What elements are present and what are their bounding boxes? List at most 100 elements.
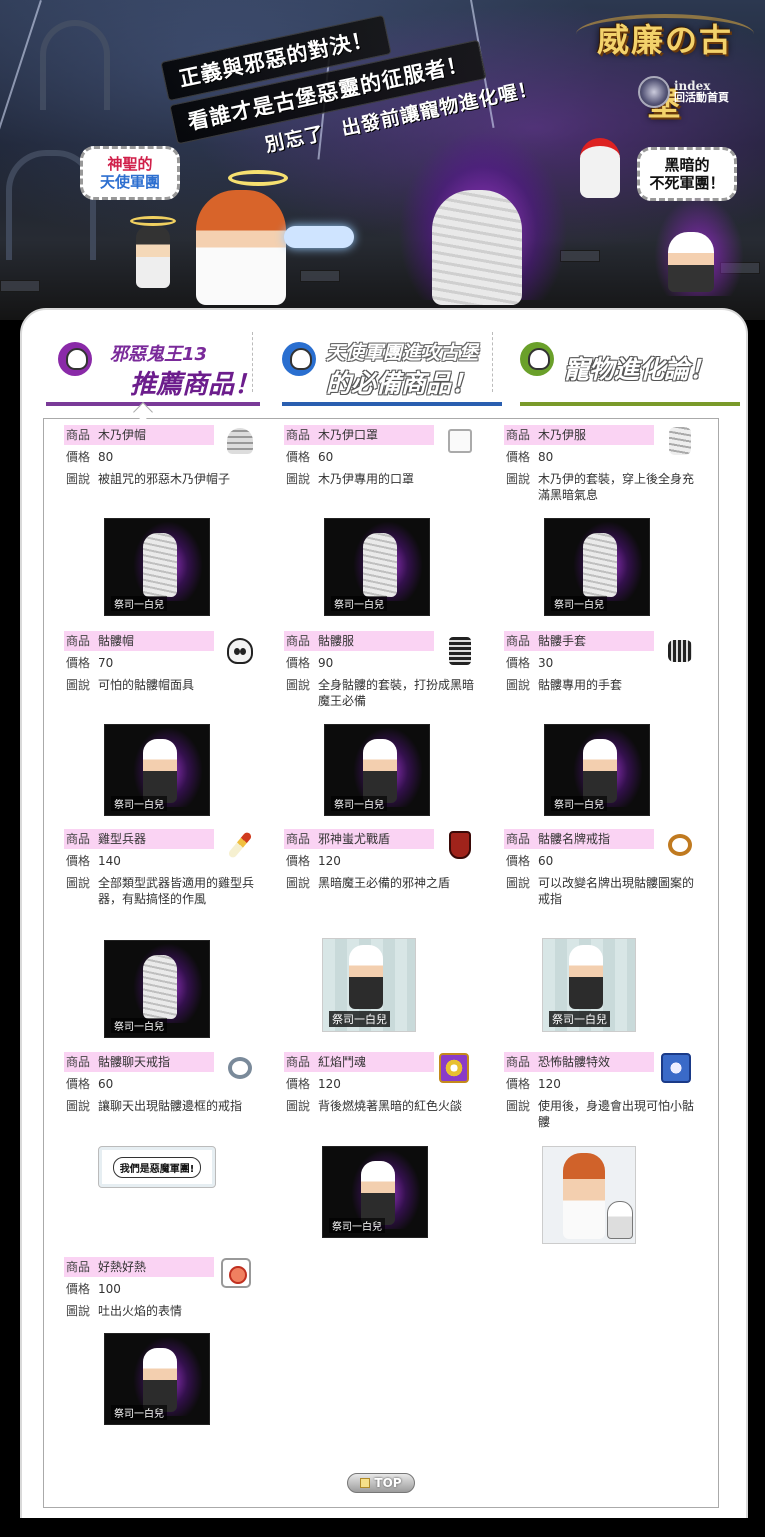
back-to-top-button[interactable]: TOP (347, 1473, 415, 1493)
desc-label: 圖說 (66, 1304, 91, 1318)
product-preview: 祭司一白兒 (104, 518, 210, 616)
product-name: 恐怖骷髏特效 (538, 1055, 611, 1069)
tab-label-line-2: 的必備商品！ (326, 369, 477, 398)
desc-row: 圖說 使用後，身邊會出現可怕小骷髏 (504, 1098, 700, 1130)
product-item: 商品 木乃伊服 價格 80 圖說 木乃伊的套裝，穿上後全身充滿黑暗氣息 祭司一白兒 (504, 425, 700, 616)
hot-face-icon (220, 1257, 252, 1289)
index-link-text: index 回活動首頁 (674, 80, 729, 104)
name-label: 商品 (506, 428, 531, 442)
top-arrow-icon (360, 1478, 371, 1488)
tab-label-line-1: 邪惡鬼王13 (110, 344, 208, 365)
castle-window (40, 20, 110, 110)
product-description: 全部類型武器皆適用的雞型兵器，有點搞怪的作風 (98, 876, 255, 906)
product-item: 商品 骷髏帽 價格 70 圖說 可怕的骷髏帽面具 祭司一白兒 (64, 631, 260, 816)
price-label: 價格 (506, 1077, 531, 1091)
back-to-event-home-link[interactable]: index 回活動首頁 (638, 76, 748, 108)
desc-row: 圖說 全身骷髏的套裝，打扮成黑暗魔王必備 (284, 677, 480, 709)
preview-tag: 祭司一白兒 (329, 1218, 385, 1233)
name-label: 商品 (66, 832, 91, 846)
name-row: 商品 木乃伊服 (504, 425, 654, 445)
product-name: 骷髏名牌戒指 (538, 832, 611, 846)
product-description: 吐出火焰的表情 (98, 1304, 183, 1318)
product-description: 可以改變名牌出現骷髏圖案的戒指 (538, 876, 695, 906)
brick (0, 280, 40, 292)
tab-underline (282, 402, 502, 406)
name-ring-icon (664, 829, 696, 861)
name-label: 商品 (286, 634, 311, 648)
product-item: 商品 木乃伊帽 價格 80 圖說 被詛咒的邪惡木乃伊帽子 祭司一白兒 (64, 425, 260, 616)
name-row: 商品 骷髏手套 (504, 631, 654, 651)
product-preview: 祭司一白兒 (544, 724, 650, 816)
desc-row: 圖說 可怕的骷髏帽面具 (64, 677, 260, 693)
product-name: 骷髏聊天戒指 (98, 1055, 171, 1069)
price-label: 價格 (286, 854, 311, 868)
product-item: 商品 邪神蚩尤戰盾 價格 120 圖說 黑暗魔王必備的邪神之盾 祭司一白兒 (284, 829, 480, 1032)
lightning-decoration (0, 0, 42, 153)
tab-label: 寵物進化論！ (564, 355, 715, 384)
desc-row: 圖說 吐出火焰的表情 (64, 1303, 260, 1319)
skull-badge-icon (520, 342, 554, 376)
mummy-suit-icon (664, 425, 696, 457)
product-item: 商品 雞型兵器 價格 140 圖說 全部類型武器皆適用的雞型兵器，有點搞怪的作風 祭司… (64, 829, 260, 1038)
name-row: 商品 邪神蚩尤戰盾 (284, 829, 434, 849)
angel-team-line-2: 天使軍團 (99, 173, 160, 191)
desc-row: 圖說 背後燃燒著黑暗的紅色火燄 (284, 1098, 480, 1114)
skeleton-glove-icon (664, 635, 696, 667)
desc-label: 圖說 (506, 472, 531, 486)
product-preview: 祭司一白兒 (104, 1333, 210, 1425)
price-label: 價格 (506, 450, 531, 464)
desc-label: 圖說 (66, 1099, 91, 1113)
flame-aura-icon (438, 1052, 470, 1084)
product-description: 骷髏專用的手套 (538, 678, 623, 692)
skull-hat-icon (224, 635, 256, 667)
tab-bar: 邪惡鬼王13 推薦商品！ 天使軍團進攻古堡 的必備商品！ 寵物進化論！ (20, 316, 740, 406)
product-preview: 祭司一白兒 (322, 1146, 428, 1238)
name-row: 商品 紅焰鬥魂 (284, 1052, 434, 1072)
preview-tag: 祭司一白兒 (111, 796, 167, 811)
mini-skeleton-icon (607, 1201, 633, 1239)
desc-row: 圖說 黑暗魔王必備的邪神之盾 (284, 875, 480, 891)
mummy-character (432, 190, 522, 305)
desc-row: 圖說 木乃伊的套裝，穿上後全身充滿黑暗氣息 (504, 471, 700, 503)
desc-row: 圖說 讓聊天出現骷髏邊框的戒指 (64, 1098, 260, 1114)
brick (300, 270, 340, 282)
name-label: 商品 (66, 1260, 91, 1274)
halo-icon (130, 216, 176, 226)
tab-pet-evolution[interactable]: 寵物進化論！ (520, 324, 740, 406)
chicken-weapon-icon (224, 829, 256, 861)
desc-label: 圖說 (66, 678, 91, 692)
angel-team-line-1: 神聖的 (107, 155, 153, 173)
desc-row: 圖說 骷髏專用的手套 (504, 677, 700, 693)
top-button-label: TOP (374, 1476, 402, 1490)
name-label: 商品 (66, 634, 91, 648)
product-preview: 祭司一白兒 (104, 724, 210, 816)
preview-tag: 祭司一白兒 (331, 596, 387, 611)
mummy-hat-icon (224, 425, 256, 457)
preview-tag: 祭司一白兒 (551, 796, 607, 811)
slogan-reminder: 別忘了 (263, 122, 327, 157)
desc-label: 圖說 (506, 876, 531, 890)
product-item: 商品 恐怖骷髏特效 價格 120 圖說 使用後，身邊會出現可怕小骷髏 (504, 1052, 700, 1244)
product-item: 商品 骷髏手套 價格 30 圖說 骷髏專用的手套 祭司一白兒 (504, 631, 700, 816)
tab-evil-boss-recommend[interactable]: 邪惡鬼王13 推薦商品！ (46, 324, 260, 406)
price-label: 價格 (506, 656, 531, 670)
desc-row: 圖說 可以改變名牌出現骷髏圖案的戒指 (504, 875, 700, 907)
name-row: 商品 木乃伊帽 (64, 425, 214, 445)
preview-tag: 祭司一白兒 (329, 1011, 390, 1027)
tab-angel-army-essentials[interactable]: 天使軍團進攻古堡 的必備商品！ (282, 324, 502, 406)
product-description: 全身骷髏的套裝，打扮成黑暗魔王必備 (318, 678, 475, 708)
product-name: 骷髏帽 (98, 634, 135, 648)
preview-tag: 祭司一白兒 (111, 1405, 167, 1420)
skeleton-character (668, 232, 714, 292)
chicken-weapon-icon (580, 138, 620, 198)
desc-row: 圖說 被詛咒的邪惡木乃伊帽子 (64, 471, 260, 487)
desc-row: 圖說 木乃伊專用的口罩 (284, 471, 480, 487)
product-description: 使用後，身邊會出現可怕小骷髏 (538, 1099, 695, 1129)
desc-label: 圖說 (286, 678, 311, 692)
preview-tag: 祭司一白兒 (551, 596, 607, 611)
price-label: 價格 (506, 854, 531, 868)
price-label: 價格 (66, 1077, 91, 1091)
desc-label: 圖說 (286, 876, 311, 890)
name-row: 商品 骷髏聊天戒指 (64, 1052, 214, 1072)
name-label: 商品 (506, 1055, 531, 1069)
